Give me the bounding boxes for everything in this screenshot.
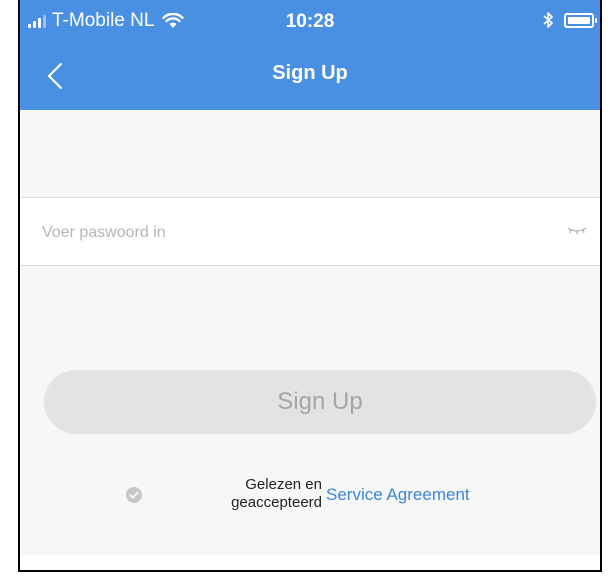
bottom-area [20, 555, 600, 570]
agreement-text-line1: Gelezen en [245, 476, 322, 493]
password-input[interactable] [40, 198, 544, 267]
check-circle-icon[interactable] [126, 487, 142, 503]
signup-button[interactable]: Sign Up [44, 370, 596, 434]
nav-bar: Sign Up [20, 46, 600, 110]
page-title: Sign Up [272, 62, 348, 84]
spacer-row [20, 110, 600, 197]
bluetooth-icon [543, 12, 553, 28]
status-time: 10:28 [285, 11, 335, 32]
agreement-text-line2: geaccepteerd [231, 494, 322, 511]
status-right [542, 11, 597, 29]
service-agreement-link[interactable]: Service Agreement [326, 485, 470, 505]
password-row [20, 197, 600, 267]
app-frame: T-Mobile NL 10:28 Sign Up Sign Up Geleze… [18, 0, 602, 572]
eye-closed-icon[interactable] [566, 222, 588, 238]
header: T-Mobile NL 10:28 Sign Up [20, 0, 600, 110]
status-bar: T-Mobile NL 10:28 [20, 0, 600, 46]
agreement-row: Gelezen en geaccepteerd Service Agreemen… [20, 472, 600, 522]
battery-icon [564, 12, 597, 28]
agreement-text: Gelezen en geaccepteerd [202, 476, 322, 512]
